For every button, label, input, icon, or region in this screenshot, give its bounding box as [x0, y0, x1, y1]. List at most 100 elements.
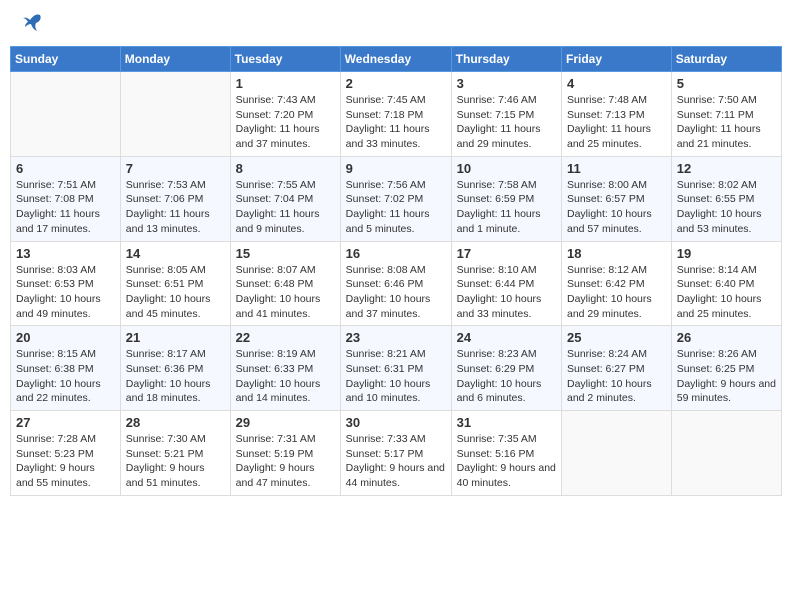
- calendar-cell: 18 Sunrise: 8:12 AM Sunset: 6:42 PM Dayli…: [562, 241, 672, 326]
- day-info: Sunrise: 7:43 AM Sunset: 7:20 PM Dayligh…: [236, 93, 335, 152]
- day-info: Sunrise: 7:58 AM Sunset: 6:59 PM Dayligh…: [457, 178, 556, 237]
- day-info: Sunrise: 8:17 AM Sunset: 6:36 PM Dayligh…: [126, 347, 225, 406]
- day-number: 12: [677, 161, 776, 176]
- calendar-cell: [562, 411, 672, 496]
- calendar-cell: 20 Sunrise: 8:15 AM Sunset: 6:38 PM Dayli…: [11, 326, 121, 411]
- day-info: Sunrise: 8:03 AM Sunset: 6:53 PM Dayligh…: [16, 263, 115, 322]
- day-info: Sunrise: 8:24 AM Sunset: 6:27 PM Dayligh…: [567, 347, 666, 406]
- day-info: Sunrise: 8:10 AM Sunset: 6:44 PM Dayligh…: [457, 263, 556, 322]
- day-info: Sunrise: 7:45 AM Sunset: 7:18 PM Dayligh…: [346, 93, 446, 152]
- calendar-cell: 16Sunrise: 8:08 AM Sunset: 6:46 PM Dayli…: [340, 241, 451, 326]
- day-number: 22: [236, 330, 335, 345]
- calendar-cell: [671, 411, 781, 496]
- calendar-cell: 4Sunrise: 7:48 AM Sunset: 7:13 PM Daylig…: [562, 72, 672, 157]
- day-number: 26: [677, 330, 776, 345]
- calendar-cell: 17 Sunrise: 8:10 AM Sunset: 6:44 PM Dayli…: [451, 241, 561, 326]
- calendar-cell: 1 Sunrise: 7:43 AM Sunset: 7:20 PM Daylig…: [230, 72, 340, 157]
- calendar-cell: 30 Sunrise: 7:33 AM Sunset: 5:17 PM Dayli…: [340, 411, 451, 496]
- header-monday: Monday: [120, 47, 230, 72]
- calendar-cell: 22 Sunrise: 8:19 AM Sunset: 6:33 PM Dayli…: [230, 326, 340, 411]
- day-info: Sunrise: 8:26 AM Sunset: 6:25 PM Dayligh…: [677, 347, 776, 406]
- day-number: 11: [567, 161, 666, 176]
- calendar-week-3: 13 Sunrise: 8:03 AM Sunset: 6:53 PM Dayli…: [11, 241, 782, 326]
- day-number: 24: [457, 330, 556, 345]
- calendar-cell: 8 Sunrise: 7:55 AM Sunset: 7:04 PM Daylig…: [230, 156, 340, 241]
- day-number: 3: [457, 76, 556, 91]
- day-number: 17: [457, 246, 556, 261]
- logo: [20, 15, 44, 33]
- day-info: Sunrise: 7:31 AM Sunset: 5:19 PM Dayligh…: [236, 432, 335, 491]
- calendar-cell: 7Sunrise: 7:53 AM Sunset: 7:06 PM Daylig…: [120, 156, 230, 241]
- day-info: Sunrise: 8:14 AM Sunset: 6:40 PM Dayligh…: [677, 263, 776, 322]
- day-number: 9: [346, 161, 446, 176]
- day-number: 31: [457, 415, 556, 430]
- day-number: 16: [346, 246, 446, 261]
- day-number: 27: [16, 415, 115, 430]
- day-number: 5: [677, 76, 776, 91]
- header-saturday: Saturday: [671, 47, 781, 72]
- day-info: Sunrise: 7:50 AM Sunset: 7:11 PM Dayligh…: [677, 93, 776, 152]
- day-number: 2: [346, 76, 446, 91]
- calendar-cell: 29 Sunrise: 7:31 AM Sunset: 5:19 PM Dayli…: [230, 411, 340, 496]
- header-sunday: Sunday: [11, 47, 121, 72]
- day-info: Sunrise: 8:19 AM Sunset: 6:33 PM Dayligh…: [236, 347, 335, 406]
- page-header: [10, 10, 782, 38]
- calendar-cell: 5 Sunrise: 7:50 AM Sunset: 7:11 PM Daylig…: [671, 72, 781, 157]
- calendar-week-5: 27 Sunrise: 7:28 AM Sunset: 5:23 PM Dayli…: [11, 411, 782, 496]
- header-thursday: Thursday: [451, 47, 561, 72]
- day-info: Sunrise: 8:05 AM Sunset: 6:51 PM Dayligh…: [126, 263, 225, 322]
- day-info: Sunrise: 7:33 AM Sunset: 5:17 PM Dayligh…: [346, 432, 446, 491]
- calendar-cell: 26 Sunrise: 8:26 AM Sunset: 6:25 PM Dayli…: [671, 326, 781, 411]
- day-info: Sunrise: 8:23 AM Sunset: 6:29 PM Dayligh…: [457, 347, 556, 406]
- calendar-week-1: 1 Sunrise: 7:43 AM Sunset: 7:20 PM Daylig…: [11, 72, 782, 157]
- day-info: Sunrise: 8:12 AM Sunset: 6:42 PM Dayligh…: [567, 263, 666, 322]
- day-number: 1: [236, 76, 335, 91]
- calendar-cell: 3 Sunrise: 7:46 AM Sunset: 7:15 PM Daylig…: [451, 72, 561, 157]
- day-info: Sunrise: 8:21 AM Sunset: 6:31 PM Dayligh…: [346, 347, 446, 406]
- calendar-cell: 12 Sunrise: 8:02 AM Sunset: 6:55 PM Dayli…: [671, 156, 781, 241]
- day-number: 13: [16, 246, 115, 261]
- day-number: 8: [236, 161, 335, 176]
- day-number: 4: [567, 76, 666, 91]
- calendar-cell: [120, 72, 230, 157]
- calendar-cell: 10 Sunrise: 7:58 AM Sunset: 6:59 PM Dayli…: [451, 156, 561, 241]
- day-number: 7: [126, 161, 225, 176]
- bird-icon: [22, 13, 44, 33]
- day-number: 28: [126, 415, 225, 430]
- header-wednesday: Wednesday: [340, 47, 451, 72]
- header-friday: Friday: [562, 47, 672, 72]
- calendar-cell: 11 Sunrise: 8:00 AM Sunset: 6:57 PM Dayli…: [562, 156, 672, 241]
- day-number: 18: [567, 246, 666, 261]
- day-info: Sunrise: 7:30 AM Sunset: 5:21 PM Dayligh…: [126, 432, 225, 491]
- day-info: Sunrise: 7:55 AM Sunset: 7:04 PM Dayligh…: [236, 178, 335, 237]
- calendar-cell: 19 Sunrise: 8:14 AM Sunset: 6:40 PM Dayli…: [671, 241, 781, 326]
- calendar-cell: 2 Sunrise: 7:45 AM Sunset: 7:18 PM Daylig…: [340, 72, 451, 157]
- day-number: 20: [16, 330, 115, 345]
- calendar-cell: 28 Sunrise: 7:30 AM Sunset: 5:21 PM Dayli…: [120, 411, 230, 496]
- calendar-week-4: 20 Sunrise: 8:15 AM Sunset: 6:38 PM Dayli…: [11, 326, 782, 411]
- day-info: Sunrise: 8:15 AM Sunset: 6:38 PM Dayligh…: [16, 347, 115, 406]
- calendar-cell: 6 Sunrise: 7:51 AM Sunset: 7:08 PM Daylig…: [11, 156, 121, 241]
- calendar-cell: 13 Sunrise: 8:03 AM Sunset: 6:53 PM Dayli…: [11, 241, 121, 326]
- calendar-week-2: 6 Sunrise: 7:51 AM Sunset: 7:08 PM Daylig…: [11, 156, 782, 241]
- day-info: Sunrise: 8:02 AM Sunset: 6:55 PM Dayligh…: [677, 178, 776, 237]
- day-info: Sunrise: 7:51 AM Sunset: 7:08 PM Dayligh…: [16, 178, 115, 237]
- calendar-header-row: SundayMondayTuesdayWednesdayThursdayFrid…: [11, 47, 782, 72]
- calendar-cell: 9 Sunrise: 7:56 AM Sunset: 7:02 PM Daylig…: [340, 156, 451, 241]
- calendar-cell: 15Sunrise: 8:07 AM Sunset: 6:48 PM Dayli…: [230, 241, 340, 326]
- day-info: Sunrise: 7:28 AM Sunset: 5:23 PM Dayligh…: [16, 432, 115, 491]
- day-info: Sunrise: 7:35 AM Sunset: 5:16 PM Dayligh…: [457, 432, 556, 491]
- calendar-table: SundayMondayTuesdayWednesdayThursdayFrid…: [10, 46, 782, 496]
- day-info: Sunrise: 7:46 AM Sunset: 7:15 PM Dayligh…: [457, 93, 556, 152]
- calendar-cell: 21Sunrise: 8:17 AM Sunset: 6:36 PM Dayli…: [120, 326, 230, 411]
- day-number: 29: [236, 415, 335, 430]
- day-number: 14: [126, 246, 225, 261]
- day-number: 6: [16, 161, 115, 176]
- day-number: 25: [567, 330, 666, 345]
- day-number: 10: [457, 161, 556, 176]
- day-number: 30: [346, 415, 446, 430]
- calendar-cell: 14 Sunrise: 8:05 AM Sunset: 6:51 PM Dayli…: [120, 241, 230, 326]
- day-number: 19: [677, 246, 776, 261]
- day-info: Sunrise: 7:56 AM Sunset: 7:02 PM Dayligh…: [346, 178, 446, 237]
- day-info: Sunrise: 8:00 AM Sunset: 6:57 PM Dayligh…: [567, 178, 666, 237]
